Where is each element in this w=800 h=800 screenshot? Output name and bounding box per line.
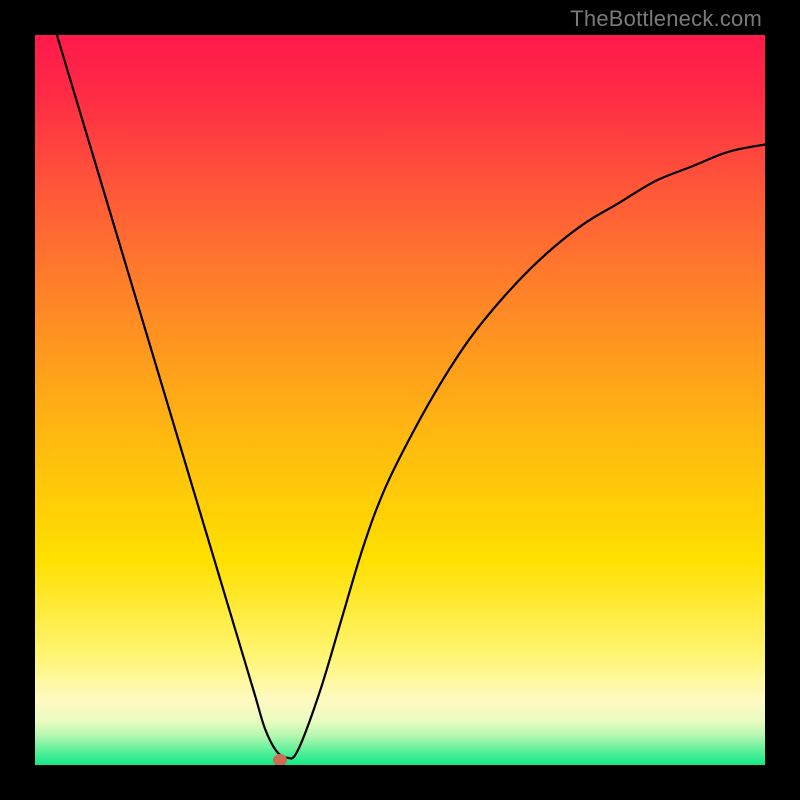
- bottleneck-curve: [35, 35, 765, 765]
- watermark-text: TheBottleneck.com: [570, 6, 762, 32]
- chart-plot-area: [35, 35, 765, 765]
- optimal-point-marker: [273, 754, 287, 765]
